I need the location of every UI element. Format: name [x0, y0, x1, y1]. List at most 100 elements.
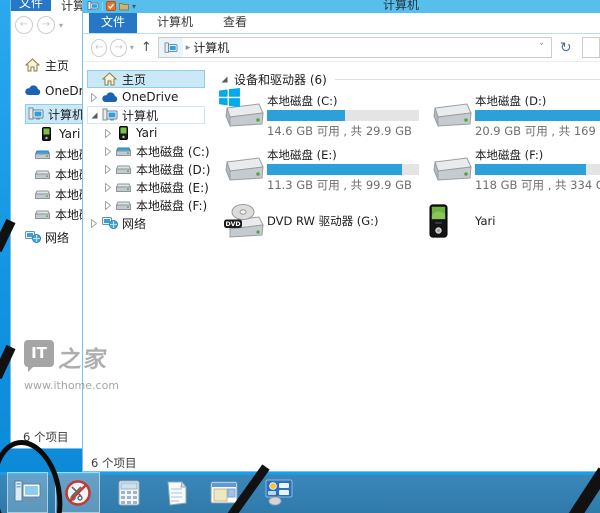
breadcrumb-location[interactable]: 计算机: [193, 39, 229, 56]
network-icon: [23, 231, 42, 243]
tab-file[interactable]: 文件: [89, 12, 138, 33]
hard-disk-icon: [429, 92, 475, 139]
drive-name: DVD RW 驱动器 (G:): [267, 213, 379, 228]
taskbar-snipping-tool-button[interactable]: [55, 472, 100, 513]
expander-collapsed-icon[interactable]: [88, 92, 100, 102]
drive-details: 118 GB 可用 , 共 334 GB: [475, 178, 600, 192]
sidebar-item-computer[interactable]: 计算机: [87, 106, 205, 124]
expander-collapsed-icon[interactable]: [88, 218, 100, 228]
sidebar-item-onedrive[interactable]: OneDrive: [87, 88, 205, 106]
drives-grid: 本地磁盘 (C:) 14.6 GB 可用 , 共 29.9 GB 本地磁盘 (D…: [219, 88, 600, 240]
drive-item-yari[interactable]: Yari: [429, 200, 600, 240]
taskbar-notepad-button[interactable]: [158, 472, 194, 513]
home-icon: [100, 72, 119, 86]
taskbar-calculator-button[interactable]: [112, 472, 146, 513]
drive-item-d[interactable]: 本地磁盘 (D:) 20.9 GB 可用 , 共 169 GB: [429, 92, 600, 139]
control-panel-icon: [263, 479, 293, 506]
drive-item-dvd[interactable]: DVD DVD RW 驱动器 (G:): [221, 200, 429, 240]
forward-button[interactable]: →: [37, 16, 55, 34]
sidebar-item-disk-e[interactable]: 本地磁盘 (E:): [87, 178, 209, 196]
drive-name: 本地磁盘 (F:): [475, 148, 544, 162]
sidebar-item-network[interactable]: 网络: [87, 214, 205, 232]
hard-disk-icon: [33, 190, 52, 199]
drive-item-c[interactable]: 本地磁盘 (C:) 14.6 GB 可用 , 共 29.9 GB: [219, 88, 429, 139]
taskbar-control-panel-button[interactable]: [258, 472, 298, 513]
desktop: 文件 计算机 ← → ▾ 主页 OneDrive 计算机 Yari 本地磁盘 本…: [0, 0, 600, 513]
expander-collapsed-icon[interactable]: [102, 146, 114, 156]
drive-item-e[interactable]: 本地磁盘 (E:) 11.3 GB 可用 , 共 99.9 GB: [221, 146, 429, 193]
tab-file[interactable]: 文件: [11, 0, 51, 11]
sidebar-item-disk-f[interactable]: 本地磁盘 (F:): [87, 196, 207, 214]
expander-expanded-icon: [221, 76, 228, 82]
capacity-bar: [475, 110, 600, 121]
taskbar-command-window-button[interactable]: [205, 472, 243, 513]
sidebar-item-yari[interactable]: Yari: [87, 124, 205, 142]
group-title: 设备和驱动器 (6): [234, 72, 327, 87]
drive-details: 14.6 GB 可用 , 共 29.9 GB: [267, 124, 412, 138]
hard-disk-icon: [221, 146, 267, 193]
svg-text:DVD: DVD: [225, 221, 240, 228]
refresh-button[interactable]: ↻: [557, 40, 575, 56]
expander-collapsed-icon[interactable]: [102, 200, 114, 210]
expander-collapsed-icon[interactable]: [102, 128, 114, 138]
address-bar[interactable]: ▸ 计算机 ˅: [157, 37, 552, 58]
cloud-icon: [23, 85, 42, 96]
navigation-bar: ← → ▾ ↑ ▸ 计算机 ˅ ↻: [83, 34, 600, 62]
sidebar-item-disk-d[interactable]: 本地磁盘 (D:): [87, 160, 210, 178]
search-box[interactable]: [581, 37, 600, 58]
forward-button[interactable]: →: [110, 38, 127, 57]
sidebar-item-disk-c[interactable]: 本地磁盘 (C:): [87, 142, 210, 160]
cloud-icon: [100, 91, 119, 103]
sidebar-item-home[interactable]: 主页: [87, 70, 205, 88]
drive-name: 本地磁盘 (D:): [475, 94, 547, 108]
home-icon: [23, 58, 42, 72]
network-icon: [100, 217, 119, 229]
group-header[interactable]: 设备和驱动器 (6): [221, 72, 600, 87]
address-dropdown-icon[interactable]: ˅: [532, 43, 551, 53]
qat-dropdown-icon[interactable]: ▾: [132, 2, 136, 11]
history-dropdown-icon[interactable]: ▾: [130, 43, 134, 52]
back-button[interactable]: ←: [15, 16, 33, 34]
expander-expanded-icon[interactable]: [88, 112, 100, 119]
group-rule: [334, 78, 600, 80]
file-explorer-icon: [14, 480, 41, 505]
calculator-icon: [118, 480, 140, 506]
status-bar: 6 个项目: [23, 430, 69, 444]
hard-disk-icon: [33, 170, 52, 179]
location-computer-icon: [158, 38, 183, 57]
computer-icon: [100, 108, 119, 122]
drive-name: Yari: [475, 213, 496, 228]
drive-name: 本地磁盘 (C:): [267, 94, 338, 108]
windows-flag-icon: [219, 88, 240, 107]
phone-icon: [37, 127, 56, 141]
hard-disk-icon: [114, 165, 133, 174]
taskbar-file-explorer-button[interactable]: [7, 472, 48, 513]
expander-collapsed-icon[interactable]: [102, 164, 114, 174]
window-title: 计算机: [383, 0, 420, 12]
expander-collapsed-icon[interactable]: [102, 182, 114, 192]
tab-computer[interactable]: 计算机: [145, 12, 205, 33]
up-button[interactable]: ↑: [141, 40, 152, 55]
properties-icon[interactable]: [106, 1, 116, 11]
toolbar-divider: [102, 1, 103, 11]
drive-details: 20.9 GB 可用 , 共 169 GB: [475, 124, 600, 138]
capacity-bar: [267, 164, 419, 175]
computer-icon[interactable]: [87, 1, 99, 11]
new-folder-icon[interactable]: [119, 2, 129, 11]
history-dropdown-icon[interactable]: ▾: [59, 21, 63, 30]
hard-disk-icon: [33, 150, 52, 159]
back-button[interactable]: ←: [91, 38, 108, 57]
breadcrumb-separator-icon: ▸: [185, 42, 191, 53]
dvd-drive-icon: DVD: [221, 201, 267, 239]
capacity-bar: [475, 164, 600, 175]
snipping-tool-icon: [64, 479, 92, 507]
hard-disk-icon: [429, 146, 475, 193]
capacity-bar: [267, 110, 419, 121]
computer-icon: [26, 107, 45, 121]
status-bar: 6 个项目: [83, 455, 600, 471]
title-bar[interactable]: ▾ 计算机: [83, 0, 600, 13]
hard-disk-icon: [114, 147, 133, 156]
tab-view[interactable]: 查看: [211, 12, 259, 33]
drive-item-f[interactable]: 本地磁盘 (F:) 118 GB 可用 , 共 334 GB: [429, 146, 600, 193]
hard-disk-icon: [114, 201, 133, 210]
